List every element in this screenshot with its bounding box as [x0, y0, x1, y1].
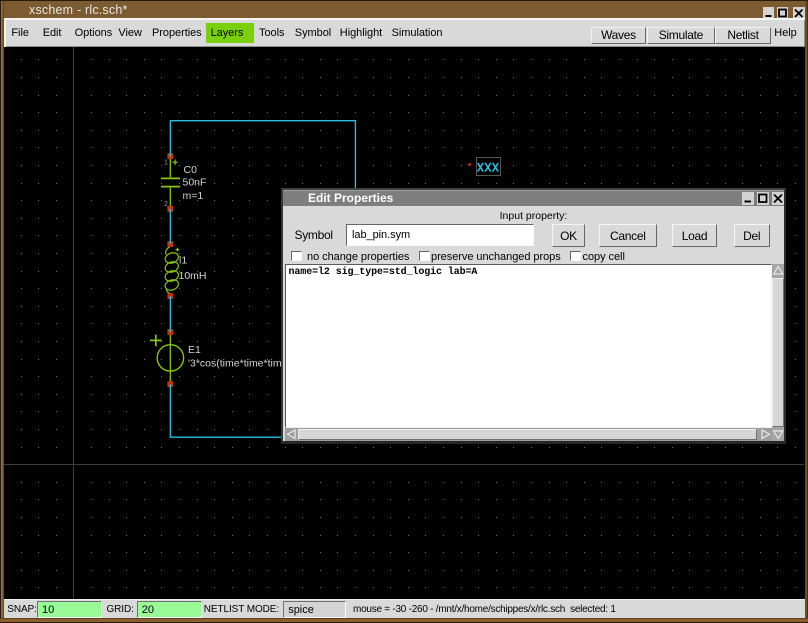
- svg-text:m=1: m=1: [183, 190, 204, 202]
- svg-text:'3*cos(time*time*time*: '3*cos(time*time*time*: [188, 358, 292, 370]
- svg-text:50nF: 50nF: [183, 176, 207, 188]
- svg-text:1: 1: [164, 160, 168, 167]
- svg-text:C0: C0: [184, 164, 198, 176]
- svg-text:2: 2: [164, 201, 168, 208]
- svg-text:10mH: 10mH: [179, 270, 207, 282]
- svg-text:E1: E1: [188, 344, 201, 356]
- svg-text:l1: l1: [179, 255, 187, 267]
